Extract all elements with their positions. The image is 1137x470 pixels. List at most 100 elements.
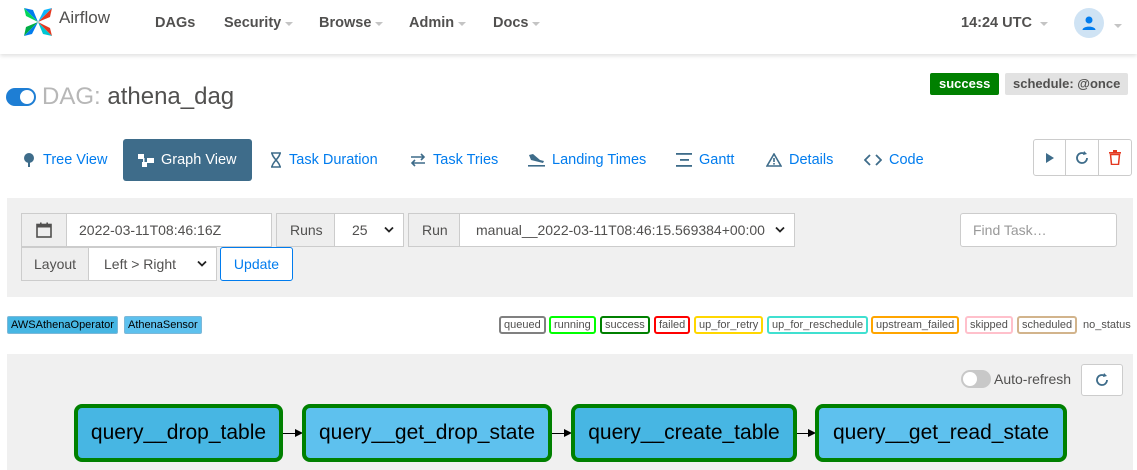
legend-state-success[interactable]: success (600, 316, 650, 334)
task-node-query-get-drop-state[interactable]: query__get_drop_state (302, 404, 552, 462)
nav-browse-label: Browse (319, 15, 372, 31)
find-task-placeholder: Find Task… (973, 222, 1047, 238)
tab-label: Graph View (161, 152, 237, 168)
calendar-icon (36, 222, 52, 238)
legend-state-no-status[interactable]: no_status (1083, 316, 1131, 334)
chevron-down-icon (285, 22, 294, 26)
dag-name: athena_dag (107, 83, 235, 110)
chevron-down-icon (775, 226, 785, 233)
nav-admin[interactable]: Admin (409, 15, 467, 31)
run-value: manual__2022-03-11T08:46:15.569384+00:00 (476, 222, 765, 238)
tab-task-duration[interactable]: Task Duration (270, 139, 378, 181)
legend-state-queued[interactable]: queued (499, 316, 546, 334)
base-date-value: 2022-03-11T08:46:16Z (79, 222, 222, 238)
nav-security-label: Security (224, 15, 282, 31)
run-label-text: Run (422, 222, 448, 238)
chevron-down-icon (532, 22, 541, 26)
runs-value: 25 (352, 222, 368, 238)
play-icon (1045, 152, 1054, 163)
run-select[interactable]: manual__2022-03-11T08:46:15.569384+00:00 (459, 213, 795, 247)
runs-label-text: Runs (290, 222, 323, 238)
nav-security[interactable]: Security (224, 15, 294, 31)
nav-dags[interactable]: DAGs (155, 15, 195, 31)
schedule-badge: schedule: @once (1005, 73, 1129, 95)
switch-knob (963, 372, 977, 386)
update-button[interactable]: Update (220, 247, 293, 281)
auto-refresh-toggle[interactable]: Auto-refresh (961, 370, 1071, 388)
tab-label: Details (789, 152, 834, 168)
landing-icon (528, 154, 545, 167)
nav-docs-label: Docs (493, 15, 529, 31)
edge-line (552, 433, 564, 434)
tab-details[interactable]: Details (766, 139, 833, 181)
refresh-icon (1096, 373, 1108, 386)
hourglass-icon (271, 152, 281, 168)
layout-select[interactable]: Left > Right (88, 247, 217, 281)
chevron-down-icon[interactable] (1114, 24, 1122, 28)
task-node-label: query__get_drop_state (319, 421, 535, 444)
legend-state-running[interactable]: running (549, 316, 596, 334)
chevron-down-icon (197, 260, 207, 267)
tab-graph-view[interactable]: Graph View (123, 139, 252, 181)
task-node-query-create-table[interactable]: query__create_table (571, 404, 797, 462)
auto-refresh-label: Auto-refresh (994, 371, 1072, 387)
find-task-input[interactable]: Find Task… (960, 213, 1117, 247)
legend-operator-athenasensor: AthenaSensor (124, 316, 202, 334)
trigger-dag-button[interactable] (1034, 140, 1067, 175)
dag-pause-toggle[interactable] (6, 88, 36, 106)
tab-label: Task Tries (433, 152, 499, 168)
airflow-logo-icon (24, 8, 52, 36)
edge-line (283, 433, 295, 434)
legend-state-up-for-retry[interactable]: up_for_retry (694, 316, 764, 334)
chevron-down-icon (1039, 22, 1048, 26)
retry-icon (410, 153, 426, 167)
nav-admin-label: Admin (409, 15, 455, 31)
nav-browse[interactable]: Browse (319, 15, 384, 31)
legend-operator-awsathenaoperator: AWSAthenaOperator (7, 316, 118, 334)
nav-docs[interactable]: Docs (493, 15, 541, 31)
legend-state-up-for-reschedule[interactable]: up_for_reschedule (767, 316, 869, 334)
brand-name: Airflow (59, 8, 111, 27)
dag-actions (1033, 139, 1132, 176)
top-navbar: Airflow DAGs Security Browse Admin Docs … (0, 0, 1137, 54)
base-date-input[interactable]: 2022-03-11T08:46:16Z (66, 213, 272, 247)
tab-tree-view[interactable]: Tree View (22, 139, 107, 181)
task-node-label: query__create_table (588, 421, 780, 444)
tab-label: Landing Times (552, 152, 647, 168)
task-node-query-get-read-state[interactable]: query__get_read_state (815, 404, 1067, 462)
page-title: DAG: athena_dag (42, 83, 234, 111)
graph-icon (138, 154, 154, 167)
tab-label: Gantt (699, 152, 735, 168)
update-button-label: Update (233, 256, 280, 272)
legend-state-scheduled[interactable]: scheduled (1017, 316, 1078, 334)
dag-status-badge: success (930, 73, 1000, 95)
delete-dag-button[interactable] (1099, 140, 1131, 175)
layout-label: Layout (21, 247, 89, 281)
chevron-down-icon (375, 22, 384, 26)
toggle-knob (20, 90, 34, 104)
tab-code[interactable]: Code (864, 139, 924, 181)
task-node-label: query__get_read_state (833, 421, 1049, 444)
auto-refresh-switch[interactable] (961, 370, 991, 388)
task-node-query-drop-table[interactable]: query__drop_table (74, 404, 283, 462)
trash-icon (1108, 150, 1121, 165)
legend-state-failed[interactable]: failed (654, 316, 691, 334)
chevron-down-icon (458, 22, 467, 26)
details-icon (766, 153, 782, 167)
tab-gantt[interactable]: Gantt (676, 139, 734, 181)
legend-state-skipped[interactable]: skipped (965, 316, 1013, 334)
calendar-button[interactable] (21, 213, 67, 247)
refresh-dag-button[interactable] (1066, 140, 1099, 175)
dag-prefix: DAG: (42, 83, 101, 110)
runs-select[interactable]: 25 (334, 213, 404, 247)
runs-label: Runs (276, 213, 335, 247)
refresh-graph-button[interactable] (1081, 364, 1123, 396)
timezone-dropdown[interactable]: 14:24 UTC (961, 15, 1048, 31)
nav-dags-label: DAGs (155, 15, 196, 31)
tab-task-tries[interactable]: Task Tries (410, 139, 498, 181)
tab-landing-times[interactable]: Landing Times (528, 139, 646, 181)
brand-link[interactable]: Airflow (20, 2, 110, 42)
user-avatar[interactable] (1074, 8, 1104, 38)
legend-state-upstream-failed[interactable]: upstream_failed (871, 316, 960, 334)
tree-icon (24, 153, 34, 167)
